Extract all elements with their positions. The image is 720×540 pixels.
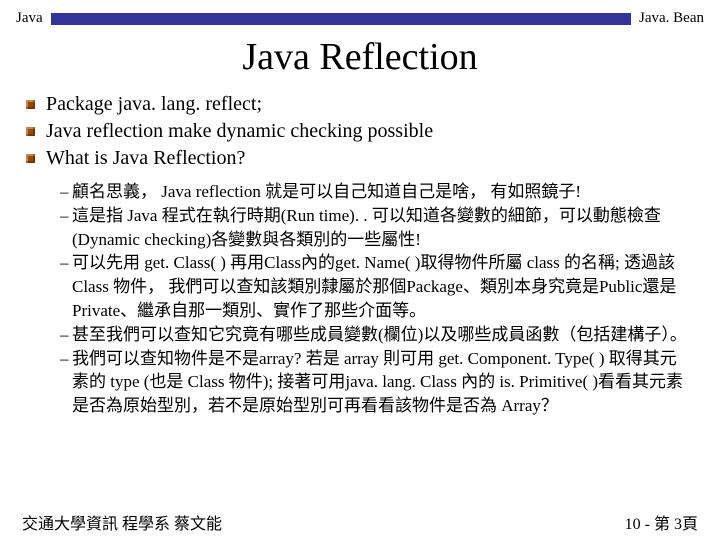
slide-title: Java Reflection: [0, 35, 720, 79]
header-right-label: Java. Bean: [639, 10, 704, 27]
footer-page-number: 10 - 第 3頁: [625, 510, 698, 534]
slide-header: Java Java. Bean: [0, 0, 720, 31]
sub-bullet-item: 顧名思義， Java reflection 就是可以自己知道自己是啥， 有如照鏡…: [60, 180, 692, 204]
bullet-item: Package java. lang. reflect;: [46, 91, 692, 118]
bullet-list: Package java. lang. reflect; Java reflec…: [46, 91, 692, 172]
bullet-item: What is Java Reflection?: [46, 145, 692, 172]
slide-footer: 交通大學資訊 程學系 蔡文能 10 - 第 3頁: [0, 510, 720, 534]
sub-bullet-item: 這是指 Java 程式在執行時期(Run time). . 可以知道各變數的細節…: [60, 204, 692, 252]
footer-left: 交通大學資訊 程學系 蔡文能: [22, 510, 222, 534]
bullet-item: Java reflection make dynamic checking po…: [46, 118, 692, 145]
sub-bullet-list: 顧名思義， Java reflection 就是可以自己知道自己是啥， 有如照鏡…: [46, 180, 692, 418]
header-left-label: Java: [16, 10, 43, 27]
sub-bullet-item: 我們可以查知物件是不是array? 若是 array 則可用 get. Comp…: [60, 347, 692, 418]
sub-bullet-item: 可以先用 get. Class( ) 再用Class內的get. Name( )…: [60, 251, 692, 322]
slide-content: Package java. lang. reflect; Java reflec…: [0, 91, 720, 418]
sub-bullet-item: 甚至我們可以查知它究竟有哪些成員變數(欄位)以及哪些成員函數（包括建構子）。: [60, 323, 692, 347]
header-divider-bar: [51, 13, 631, 25]
